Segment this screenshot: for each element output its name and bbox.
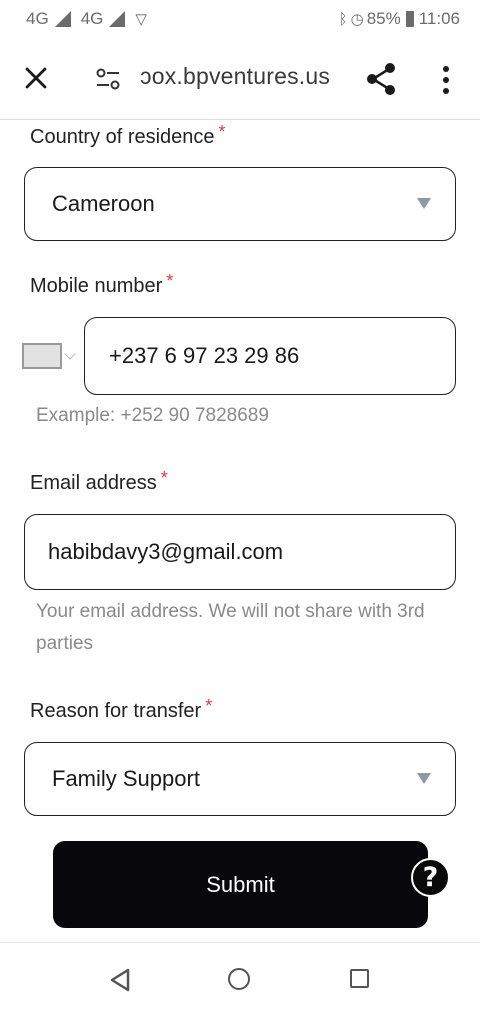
network-type-1: 4G (26, 9, 49, 28)
email-helper: Your email address. We will not share wi… (36, 601, 425, 654)
share-icon (367, 63, 395, 95)
status-bar: 4G 4G ▽ ᛒ ◷ 85% 11:06 (0, 0, 480, 38)
browser-toolbar: ɔox.bpventures.us (0, 38, 480, 120)
share-button[interactable] (364, 62, 398, 96)
recents-icon[interactable] (350, 969, 369, 988)
close-icon (25, 67, 47, 89)
mobile-input[interactable]: +237 6 97 23 29 86 (84, 317, 456, 395)
reason-select[interactable]: Family Support (24, 742, 456, 816)
country-value: Cameroon (52, 191, 155, 216)
dropdown-arrow-icon (417, 198, 431, 209)
required-mark: * (160, 468, 168, 488)
reason-value: Family Support (52, 766, 200, 791)
network-type-2: 4G (80, 9, 104, 28)
required-mark: * (205, 696, 213, 716)
dot (443, 66, 449, 72)
dot (443, 77, 449, 83)
status-left: 4G 4G ▽ (26, 9, 147, 29)
country-flag-select[interactable] (22, 343, 62, 369)
mobile-value: +237 6 97 23 29 86 (109, 343, 300, 368)
country-select[interactable]: Cameroon (24, 167, 456, 241)
form-content: Country of residence * Cameroon Mobile nu… (0, 121, 480, 941)
vpn-icon: ▽ (135, 11, 147, 28)
clock: 11:06 (418, 9, 460, 28)
alarm-icon: ◷ (350, 11, 364, 28)
dot (443, 88, 449, 94)
close-button[interactable] (20, 62, 52, 94)
help-icon[interactable]: ? (411, 858, 450, 897)
email-input[interactable]: habibdavy3@gmail.com (24, 514, 456, 590)
system-nav-bar (0, 942, 480, 1014)
mobile-label-text: Mobile number (30, 275, 163, 297)
submit-button[interactable]: Submit (53, 841, 428, 928)
dropdown-arrow-icon (417, 773, 431, 784)
mobile-helper: Example: +252 90 7828689 (36, 405, 269, 426)
back-icon[interactable] (108, 967, 132, 993)
home-icon[interactable] (228, 968, 250, 990)
reason-label-text: Reason for transfer (30, 700, 202, 722)
mobile-label: Mobile number * (30, 271, 173, 298)
site-settings-button[interactable] (95, 66, 121, 92)
status-right: ᛒ ◷ 85% 11:06 (339, 9, 460, 29)
chevron-down-icon[interactable] (64, 348, 76, 360)
country-label: Country of residence * (30, 122, 226, 149)
reason-label: Reason for transfer * (30, 696, 212, 723)
signal-icon (54, 11, 71, 27)
email-value: habibdavy3@gmail.com (48, 539, 284, 564)
battery-icon (405, 11, 414, 27)
more-vert-icon[interactable] (434, 60, 458, 100)
site-settings-icon (96, 68, 120, 90)
url-text[interactable]: ɔox.bpventures.us (140, 63, 330, 90)
required-mark: * (218, 122, 226, 142)
battery-percent: 85% (366, 9, 401, 28)
bluetooth-icon: ᛒ (338, 10, 348, 28)
required-mark: * (166, 271, 174, 291)
email-label-text: Email address (30, 472, 157, 494)
email-label: Email address * (30, 468, 168, 495)
signal-icon (109, 11, 126, 27)
country-label-text: Country of residence (30, 126, 215, 148)
